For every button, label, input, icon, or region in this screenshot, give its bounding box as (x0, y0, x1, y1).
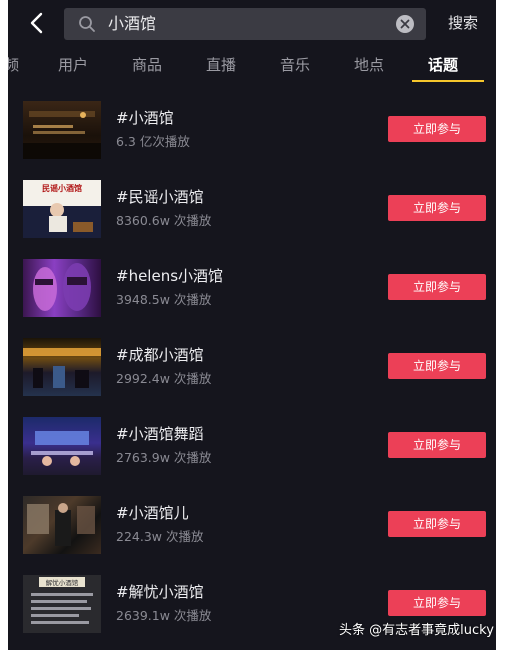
topic-play-count: 3948.5w 次播放 (116, 292, 212, 307)
join-button[interactable]: 立即参与 (388, 432, 486, 458)
tab-live[interactable]: 直播 (206, 54, 236, 76)
app-screen: 小酒馆 搜索 频 用户 商品 直播 音乐 地点 话题 #小酒馆 6.3 亿次播放… (8, 0, 496, 650)
topic-list: #小酒馆 6.3 亿次播放 立即参与 民谣小酒馆 #民谣小酒馆 8360.6w … (8, 86, 496, 639)
topic-title: #成都小酒馆 (116, 346, 204, 364)
tab-video[interactable]: 频 (8, 54, 19, 76)
topic-row[interactable]: #小酒馆舞蹈 2763.9w 次播放 立即参与 (8, 402, 496, 481)
thumb-caption: 解忧小酒馆 (46, 578, 79, 587)
back-button[interactable] (26, 10, 48, 36)
topic-thumbnail (23, 417, 101, 475)
topic-title: #小酒馆 (116, 109, 174, 127)
topic-thumbnail (23, 496, 101, 554)
topic-play-count: 2639.1w 次播放 (116, 608, 212, 623)
topic-title: #helens小酒馆 (116, 267, 224, 285)
topic-title: #解忧小酒馆 (116, 583, 204, 601)
topic-thumbnail (23, 101, 101, 159)
tab-users[interactable]: 用户 (58, 54, 88, 76)
clear-icon[interactable] (396, 15, 414, 33)
active-tab-indicator (412, 80, 484, 82)
topic-row[interactable]: 民谣小酒馆 #民谣小酒馆 8360.6w 次播放 立即参与 (8, 165, 496, 244)
topic-thumbnail (23, 259, 101, 317)
search-input[interactable]: 小酒馆 (64, 8, 426, 40)
tab-music[interactable]: 音乐 (280, 54, 310, 76)
topic-row[interactable]: #小酒馆 6.3 亿次播放 立即参与 (8, 86, 496, 165)
topic-row[interactable]: #helens小酒馆 3948.5w 次播放 立即参与 (8, 244, 496, 323)
join-button[interactable]: 立即参与 (388, 274, 486, 300)
category-tabs: 频 用户 商品 直播 音乐 地点 话题 (8, 46, 496, 86)
topic-title: #小酒馆儿 (116, 504, 189, 522)
search-header: 小酒馆 搜索 (8, 0, 496, 46)
join-button[interactable]: 立即参与 (388, 511, 486, 537)
topic-play-count: 2992.4w 次播放 (116, 371, 212, 386)
topic-play-count: 2763.9w 次播放 (116, 450, 212, 465)
join-button[interactable]: 立即参与 (388, 116, 486, 142)
thumb-caption: 民谣小酒馆 (42, 183, 82, 193)
watermark-text: 头条 @有志者事竟成lucky (339, 623, 494, 638)
topic-thumbnail (23, 338, 101, 396)
search-query-text: 小酒馆 (108, 14, 157, 33)
back-arrow-icon (30, 12, 43, 34)
topic-play-count: 6.3 亿次播放 (116, 134, 190, 149)
topic-play-count: 224.3w 次播放 (116, 529, 204, 544)
topic-title: #民谣小酒馆 (116, 188, 204, 206)
topic-row[interactable]: #小酒馆儿 224.3w 次播放 立即参与 (8, 481, 496, 560)
topic-thumbnail: 解忧小酒馆 (23, 575, 101, 633)
join-button[interactable]: 立即参与 (388, 195, 486, 221)
topic-thumbnail: 民谣小酒馆 (23, 180, 101, 238)
tab-topics[interactable]: 话题 (428, 54, 458, 76)
search-icon (79, 16, 95, 32)
join-button[interactable]: 立即参与 (388, 353, 486, 379)
topic-title: #小酒馆舞蹈 (116, 425, 204, 443)
tab-places[interactable]: 地点 (354, 54, 384, 76)
search-button[interactable]: 搜索 (448, 12, 478, 34)
topic-row[interactable]: #成都小酒馆 2992.4w 次播放 立即参与 (8, 323, 496, 402)
join-button[interactable]: 立即参与 (388, 590, 486, 616)
topic-play-count: 8360.6w 次播放 (116, 213, 212, 228)
tab-products[interactable]: 商品 (132, 54, 162, 76)
